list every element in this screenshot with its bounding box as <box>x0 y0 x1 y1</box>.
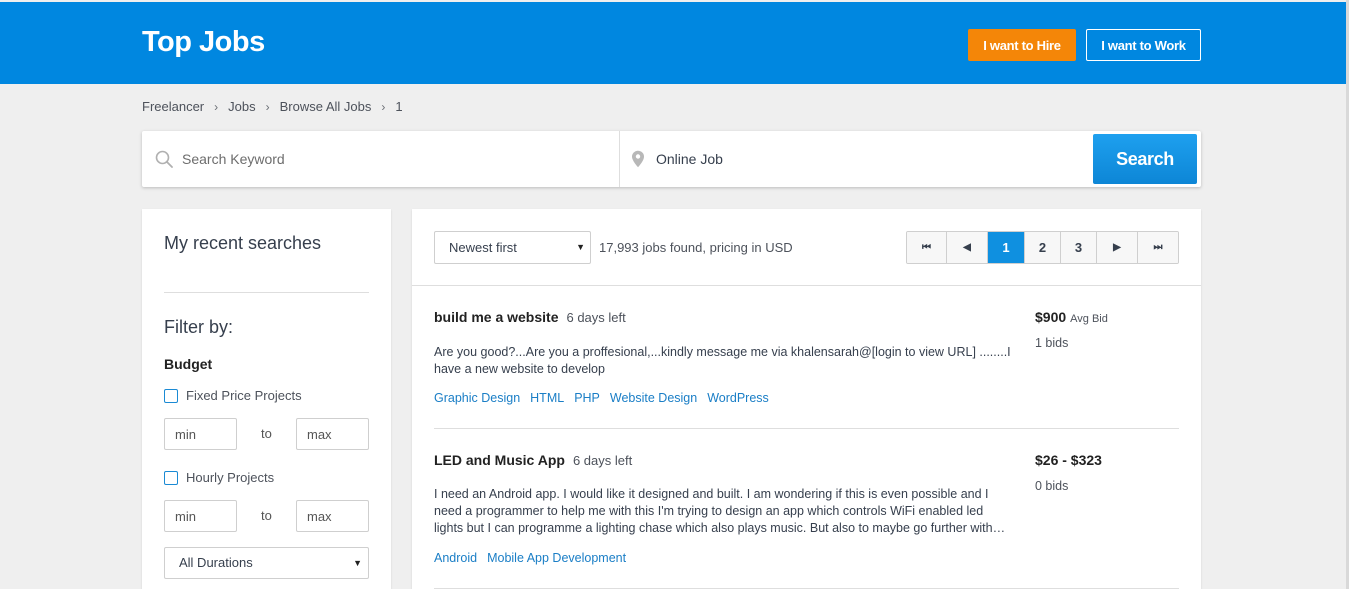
job-time-left: 6 days left <box>566 310 626 325</box>
search-icon <box>155 150 173 168</box>
results-panel: Newest first ▼ 17,993 jobs found, pricin… <box>412 209 1201 589</box>
job-tag[interactable]: HTML <box>530 391 564 405</box>
breadcrumb-freelancer[interactable]: Freelancer <box>142 99 204 114</box>
next-page-icon[interactable]: ▶ <box>1097 232 1138 263</box>
range-to-label: to <box>261 508 272 523</box>
jobs-count: 17,993 jobs found, pricing in USD <box>599 240 793 255</box>
hourly-checkbox[interactable] <box>164 470 178 485</box>
sidebar-divider <box>164 292 369 293</box>
budget-title: Budget <box>164 356 213 372</box>
caret-down-icon: ▼ <box>353 558 362 568</box>
hourly-range: to <box>164 500 369 532</box>
filter-sidebar: My recent searches Filter by: Budget Fix… <box>142 209 391 589</box>
job-tag[interactable]: PHP <box>574 391 600 405</box>
hourly-max-input[interactable] <box>296 500 369 532</box>
top-header: Top Jobs I want to Hire I want to Work <box>0 2 1349 84</box>
breadcrumb-separator: › <box>214 99 219 114</box>
breadcrumb-current-page: 1 <box>395 99 403 114</box>
map-pin-icon <box>632 150 644 168</box>
sort-selected-value: Newest first <box>449 240 517 255</box>
job-description: I need an Android app. I would like it d… <box>434 487 1006 535</box>
first-page-icon[interactable]: ⏮ <box>907 232 947 263</box>
hourly-filter[interactable]: Hourly Projects <box>164 470 274 485</box>
fixed-price-label: Fixed Price Projects <box>186 388 302 403</box>
fixed-max-input[interactable] <box>296 418 369 450</box>
job-title[interactable]: build me a website <box>434 309 558 325</box>
last-page-icon[interactable]: ⏭ <box>1138 232 1178 263</box>
location-search-box <box>621 131 1091 187</box>
job-tag[interactable]: Graphic Design <box>434 391 520 405</box>
job-price: $900 Avg Bid <box>1035 309 1108 325</box>
recent-searches-title: My recent searches <box>164 233 322 253</box>
page-3-button[interactable]: 3 <box>1061 232 1097 263</box>
fixed-price-checkbox[interactable] <box>164 388 178 403</box>
hire-button[interactable]: I want to Hire <box>968 29 1076 61</box>
breadcrumb-separator: › <box>381 99 386 114</box>
job-bids: 1 bids <box>1035 336 1069 350</box>
job-time-left: 6 days left <box>572 453 633 468</box>
job-price-note: Avg Bid <box>1070 313 1108 325</box>
job-price-value: $900 <box>1035 309 1067 325</box>
sort-select[interactable]: Newest first ▼ <box>434 231 591 264</box>
job-tag[interactable]: WordPress <box>707 391 769 405</box>
hourly-min-input[interactable] <box>164 500 237 532</box>
brand-logo[interactable]: Top Jobs <box>142 26 265 59</box>
location-search-input[interactable] <box>656 146 1056 172</box>
job-tag[interactable]: Mobile App Development <box>487 551 626 565</box>
job-tag[interactable]: Website Design <box>610 391 697 405</box>
breadcrumb-jobs[interactable]: Jobs <box>228 99 255 114</box>
breadcrumb-browse-all-jobs[interactable]: Browse All Jobs <box>280 99 372 114</box>
job-bids: 0 bids <box>1035 479 1069 493</box>
results-divider <box>412 285 1201 286</box>
pagination: ⏮ ◀ 1 2 3 ▶ ⏭ <box>906 231 1179 264</box>
duration-selected-value: All Durations <box>179 555 253 570</box>
page-2-button[interactable]: 2 <box>1025 232 1061 263</box>
job-title-row: LED and Music App 6 days left <box>434 452 632 468</box>
page-1-button[interactable]: 1 <box>988 232 1025 263</box>
job-tag[interactable]: Android <box>434 551 477 565</box>
prev-page-icon[interactable]: ◀ <box>947 232 988 263</box>
job-title-row: build me a website 6 days left <box>434 309 626 325</box>
fixed-min-input[interactable] <box>164 418 237 450</box>
range-to-label: to <box>261 426 272 441</box>
breadcrumb: Freelancer › Jobs › Browse All Jobs › 1 <box>142 99 403 114</box>
keyword-search-input[interactable] <box>182 146 602 172</box>
job-title[interactable]: LED and Music App <box>434 452 565 468</box>
keyword-search-box <box>142 131 620 187</box>
job-price: $26 - $323 <box>1035 452 1102 468</box>
job-tags: Android Mobile App Development <box>434 551 626 565</box>
fixed-price-filter[interactable]: Fixed Price Projects <box>164 388 302 403</box>
search-bar: Search <box>142 131 1201 187</box>
breadcrumb-separator: › <box>265 99 270 114</box>
filter-title: Filter by: <box>164 317 234 337</box>
job-description: Are you good?...Are you a proffesional,.… <box>434 345 1011 376</box>
caret-down-icon: ▼ <box>576 242 585 252</box>
job-divider <box>434 428 1179 429</box>
job-tags: Graphic Design HTML PHP Website Design W… <box>434 391 769 405</box>
work-button[interactable]: I want to Work <box>1086 29 1201 61</box>
fixed-price-range: to <box>164 418 369 450</box>
job-price-value: $26 - $323 <box>1035 452 1102 468</box>
search-button[interactable]: Search <box>1093 134 1197 184</box>
duration-select[interactable]: All Durations ▼ <box>164 547 369 579</box>
hourly-label: Hourly Projects <box>186 470 275 485</box>
